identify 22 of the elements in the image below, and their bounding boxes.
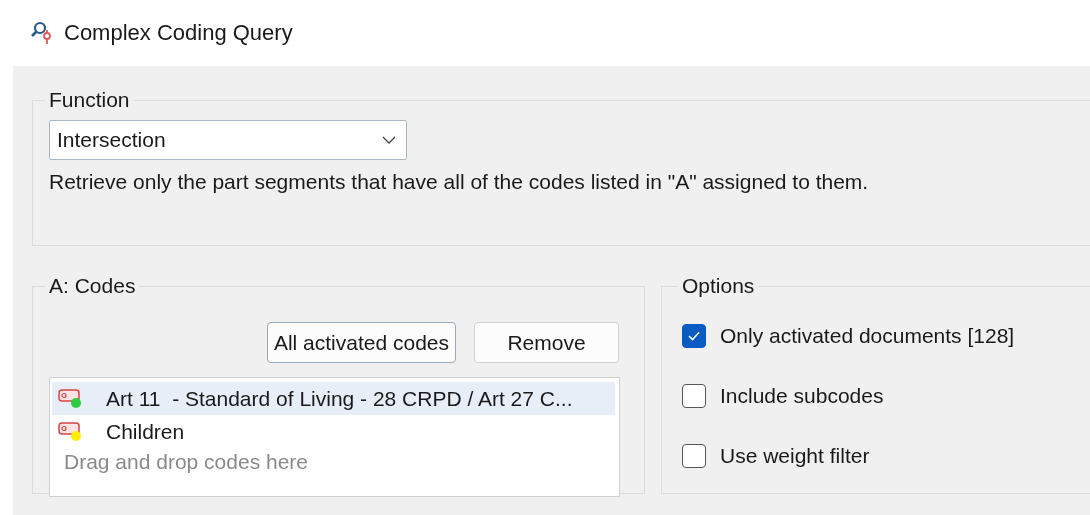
code-item[interactable]: Children <box>52 415 615 448</box>
checkbox[interactable] <box>682 324 706 348</box>
checkbox[interactable] <box>682 444 706 468</box>
checkbox-label: Only activated documents [128] <box>720 324 1015 348</box>
code-tag-icon <box>58 387 84 410</box>
code-tag-icon <box>58 420 84 443</box>
checkbox[interactable] <box>682 384 706 408</box>
function-description: Retrieve only the part segments that have all of the codes listed in "A" assigned to them. <box>49 170 870 194</box>
checkbox-label: Include subcodes <box>720 384 884 408</box>
drop-placeholder: Drag and drop codes here <box>63 450 309 474</box>
action-button[interactable]: All activated codes <box>266 322 456 363</box>
checkbox-label: Use weight filter <box>720 444 870 468</box>
code-item[interactable]: Art 11 - Standard of Living - 28 CRPD / Art 27 C... <box>52 382 615 415</box>
group-label: Options <box>681 274 756 298</box>
code-drop-field[interactable]: Art 11 - Standard of Living - 28 CRPD / Art 27 C... Children Drag and drop codes here <box>49 377 620 497</box>
function-dropdown[interactable]: Intersection <box>49 120 407 160</box>
group-label: Function <box>48 88 131 112</box>
check-icon <box>687 330 701 342</box>
chevron-down-icon <box>382 136 396 144</box>
action-button[interactable]: Remove <box>474 322 619 363</box>
window-title: Complex Coding Query <box>64 20 293 46</box>
group-label: A: Codes <box>48 274 137 298</box>
